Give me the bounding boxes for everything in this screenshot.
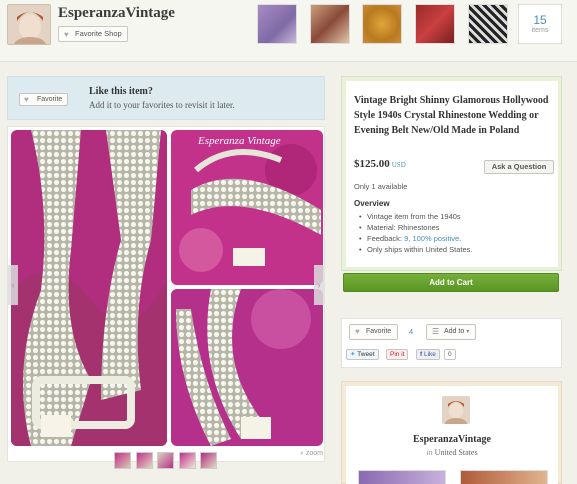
- shop-card-name[interactable]: EsperanzaVintage: [346, 434, 558, 445]
- shop-card-location: in United States: [346, 448, 558, 457]
- pin-it-label: Pin it: [390, 351, 405, 358]
- overview-item-material: Material: Rhinestones: [359, 222, 472, 233]
- pin-it-button[interactable]: Pin it: [386, 349, 409, 360]
- overview-list: Vintage item from the 1940s Material: Rh…: [359, 211, 472, 255]
- listing-photo-3[interactable]: [171, 289, 323, 446]
- ask-question-button[interactable]: Ask a Question: [484, 160, 554, 174]
- favorite-prompt-title: Like this item?: [89, 86, 153, 97]
- location-value: United States: [434, 448, 478, 457]
- item-count-label: items: [531, 27, 549, 34]
- favorite-shop-label: Favorite Shop: [75, 29, 122, 38]
- add-to-cart-button[interactable]: Add to Cart: [343, 273, 559, 292]
- gallery-thumbnail[interactable]: [179, 452, 196, 469]
- favorite-prompt-subtitle: Add it to your favorites to revisit it l…: [89, 100, 235, 110]
- shop-item-count[interactable]: 15 items: [518, 4, 562, 44]
- favorite-prompt: ♥ Favorite Like this item? Add it to you…: [7, 76, 325, 120]
- facebook-like-count: 0: [444, 349, 456, 360]
- favorite-item-button[interactable]: ♥ Favorite: [19, 93, 68, 106]
- favorite-count[interactable]: 4: [409, 327, 413, 336]
- price-value: $125.00: [354, 158, 390, 170]
- favorite-button-label: Favorite: [37, 96, 63, 103]
- heart-icon: ♥: [24, 95, 29, 104]
- currency-code: USD: [391, 161, 406, 169]
- search-icon: ⌕: [300, 450, 304, 457]
- overview-item-feedback: Feedback: 9, 100% positive.: [359, 233, 472, 244]
- heart-icon: ♥: [355, 327, 360, 336]
- shop-item-thumbnail[interactable]: [310, 4, 350, 44]
- add-to-list-button[interactable]: ☰ Add to ▾: [426, 324, 476, 340]
- shop-item-thumbnail[interactable]: [257, 4, 297, 44]
- shop-avatar[interactable]: [7, 4, 51, 45]
- heart-icon: ♥: [64, 30, 69, 39]
- feedback-prefix: Feedback:: [367, 234, 405, 243]
- shop-card-item-thumbnail[interactable]: [460, 470, 548, 484]
- gallery-thumbnail[interactable]: [114, 452, 131, 469]
- shop-header: EsperanzaVintage ♥ Favorite Shop 15 item…: [0, 0, 577, 62]
- location-in-label: in: [426, 448, 433, 457]
- facebook-icon: f: [420, 351, 423, 358]
- zoom-link[interactable]: ⌕ zoom: [300, 450, 323, 458]
- listing-info-panel: Vintage Bright Shinny Glamorous Hollywoo…: [341, 76, 562, 271]
- item-count-number: 15: [533, 13, 547, 27]
- overview-item-shipping: Only ships within United States.: [359, 244, 472, 255]
- listing-title: Vintage Bright Shinny Glamorous Hollywoo…: [354, 95, 549, 136]
- shop-name[interactable]: EsperanzaVintage: [58, 5, 175, 22]
- shop-card: EsperanzaVintage in United States: [341, 381, 562, 484]
- facebook-like-button[interactable]: f Like: [416, 349, 440, 360]
- shop-item-thumbnail[interactable]: [415, 4, 455, 44]
- listing-price: $125.00 USD: [354, 158, 406, 170]
- feedback-link[interactable]: 9, 100% positive: [404, 234, 459, 243]
- overview-item-vintage: Vintage item from the 1940s: [359, 211, 472, 222]
- tweet-button[interactable]: ✦ Tweet: [346, 349, 379, 360]
- shop-item-thumbnail[interactable]: [468, 4, 508, 44]
- shop-card-item-thumbnail[interactable]: [358, 470, 446, 484]
- shop-item-thumbnail[interactable]: [362, 4, 402, 44]
- zoom-label: zoom: [305, 450, 323, 457]
- favorite-button[interactable]: ♥ Favorite: [349, 324, 398, 340]
- list-icon: ☰: [432, 327, 440, 336]
- availability-text: Only 1 available: [354, 182, 408, 191]
- chevron-down-icon: ▾: [466, 329, 470, 335]
- overview-heading: Overview: [354, 199, 390, 208]
- fb-like-label: Like: [423, 351, 436, 358]
- listing-photo-2[interactable]: [171, 130, 323, 285]
- feedback-suffix: .: [459, 234, 462, 243]
- gallery-thumbnail[interactable]: [200, 452, 217, 469]
- gallery-thumbnail[interactable]: [136, 452, 153, 469]
- favorite-shop-button[interactable]: ♥ Favorite Shop: [58, 26, 128, 42]
- previous-image-arrow[interactable]: ‹: [8, 265, 18, 305]
- favorite-label: Favorite: [366, 328, 392, 335]
- gallery-thumbnail[interactable]: [157, 452, 174, 469]
- social-actions: ♥ Favorite 4 ☰ Add to ▾ ✦ Tweet Pin it f…: [341, 318, 562, 368]
- twitter-bird-icon: ✦: [350, 351, 356, 358]
- main-listing-photo[interactable]: [11, 130, 167, 446]
- listing-image-gallery: ‹ Esperanza Vintage ›: [7, 126, 325, 462]
- shop-card-avatar[interactable]: [442, 396, 470, 424]
- add-to-label: Add to: [444, 328, 465, 335]
- tweet-label: Tweet: [357, 351, 375, 358]
- next-image-arrow[interactable]: ›: [314, 265, 324, 305]
- photo-watermark: Esperanza Vintage: [198, 135, 281, 147]
